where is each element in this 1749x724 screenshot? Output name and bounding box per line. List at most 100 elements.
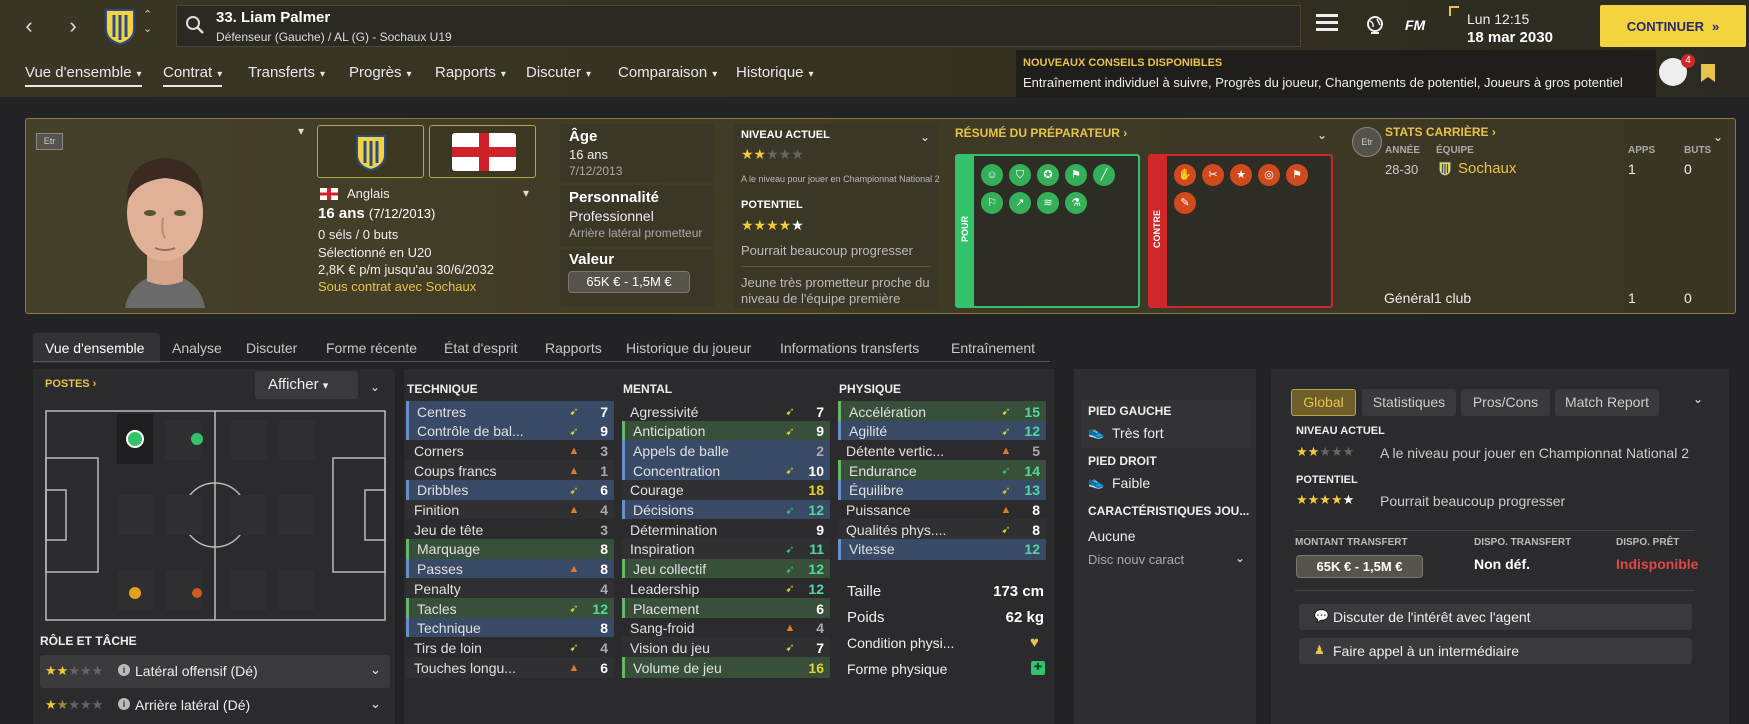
attribute-row[interactable]: Jeu collectif ➹ 12 [622,558,830,580]
con-trait-icon[interactable]: ⚑ [1286,164,1308,186]
info-icon[interactable]: i [118,664,130,676]
tab-mindset[interactable]: État d'esprit [444,340,518,356]
attribute-row[interactable]: Sang-froid ▲ 4 [622,617,830,639]
attribute-row[interactable]: Puissance ▲ 8 [838,499,1046,521]
attribute-row[interactable]: Corners ▲ 3 [406,440,614,462]
attribute-row[interactable]: Qualités phys.... ➹ 8 [838,519,1046,541]
positions-title[interactable]: POSTES › [45,378,96,390]
pro-trait-icon[interactable]: ⚐ [981,192,1003,214]
tab-analysis[interactable]: Analyse [172,340,222,356]
coach-summary-title[interactable]: RÉSUMÉ DU PRÉPARATEUR › [955,126,1127,140]
attribute-row[interactable]: Courage 18 [622,479,830,501]
attribute-row[interactable]: Tacles ➹ 12 [406,598,614,619]
con-trait-icon[interactable]: ◎ [1258,164,1280,186]
pro-trait-icon[interactable]: ⚑ [1065,164,1087,186]
bookmark-icon[interactable] [1700,63,1716,83]
chevron-down-icon[interactable]: ⌄ [1317,128,1327,142]
attribute-row[interactable]: Placement 6 [622,598,830,619]
pro-trait-icon[interactable]: ☺ [981,164,1003,186]
con-trait-icon[interactable]: ✋ [1174,164,1196,186]
chevron-down-icon[interactable]: ▾ [523,186,529,200]
attribute-row[interactable]: Agressivité ➹ 7 [622,401,830,422]
attribute-row[interactable]: Tirs de loin ➹ 4 [406,637,614,659]
attribute-row[interactable]: Technique 8 [406,617,614,639]
attribute-row[interactable]: Vitesse 12 [838,538,1046,560]
tab-statistics[interactable]: Statistiques [1362,389,1456,416]
attribute-row[interactable]: Appels de balle 2 [622,440,830,462]
tab-recent-form[interactable]: Forme récente [326,340,417,356]
back-icon[interactable]: ‹ [14,10,44,42]
traits-dropdown[interactable]: Disc nouv caract ⌄ [1088,551,1245,573]
attribute-row[interactable]: Jeu de tête 3 [406,519,614,541]
tab-player-history[interactable]: Historique du joueur [626,340,751,356]
attribute-row[interactable]: Coups francs ▲ 1 [406,460,614,482]
chevron-down-icon[interactable]: ⌄ [920,130,930,144]
contract-link[interactable]: Sous contrat avec Sochaux [318,279,476,294]
attribute-row[interactable]: Marquage 8 [406,538,614,560]
menu-progress[interactable]: Progrès ▾ [349,64,412,81]
pro-trait-icon[interactable]: ✪ [1037,164,1059,186]
attribute-row[interactable]: Décisions ➹ 12 [622,499,830,521]
pro-trait-icon[interactable]: ≋ [1037,192,1059,214]
chevron-down-icon[interactable]: ⌄ [370,380,380,394]
attribute-row[interactable]: Volume de jeu 16 [622,657,830,679]
club-crest-box[interactable] [317,125,424,178]
career-title[interactable]: STATS CARRIÈRE › [1385,125,1496,139]
show-dropdown[interactable]: Afficher ▾ [255,371,358,399]
club-switch-icon[interactable]: ⌃ ⌄ [143,8,152,36]
pro-trait-icon[interactable]: ⚗ [1065,192,1087,214]
attribute-row[interactable]: Centres ➹ 7 [406,401,614,422]
pro-trait-icon[interactable]: ↗ [1009,192,1031,214]
nation-flag-box[interactable] [429,125,536,178]
world-icon[interactable] [1365,15,1385,35]
attribute-row[interactable]: Agilité ➹ 12 [838,420,1046,442]
con-trait-icon[interactable]: ✂ [1202,164,1224,186]
attribute-row[interactable]: Penalty 4 [406,578,614,600]
attribute-row[interactable]: Leadership ➹ 12 [622,578,830,600]
attribute-row[interactable]: Accélération ➹ 15 [838,401,1046,422]
hamburger-icon[interactable] [1316,14,1338,31]
attribute-row[interactable]: Équilibre ➹ 13 [838,479,1046,501]
tab-overview[interactable]: Vue d'ensemble [45,340,144,356]
tab-transfer-info[interactable]: Informations transferts [780,340,919,356]
attribute-row[interactable]: Touches longu... ▲ 6 [406,657,614,679]
tab-training[interactable]: Entraînement [951,340,1035,356]
attribute-row[interactable]: Endurance ➹ 14 [838,460,1046,482]
attribute-row[interactable]: Détermination 9 [622,519,830,541]
menu-compare[interactable]: Comparaison ▾ [618,64,717,81]
intermediary-button[interactable]: ♟ Faire appel à un intermédiaire [1299,638,1692,664]
news-banner[interactable]: NOUVEAUX CONSEILS DISPONIBLES Entraîneme… [1016,50,1695,97]
attribute-row[interactable]: Contrôle de bal... ➹ 9 [406,420,614,442]
menu-transfers[interactable]: Transferts ▾ [248,64,325,81]
attribute-row[interactable]: Finition ▲ 4 [406,499,614,521]
career-team[interactable]: Sochaux [1458,160,1516,177]
chevron-down-icon[interactable]: ▾ [298,124,304,138]
agent-interest-button[interactable]: 💬 Discuter de l'intérêt avec l'agent [1299,604,1692,630]
attribute-row[interactable]: Passes ▲ 8 [406,558,614,580]
tab-global[interactable]: Global [1291,389,1356,416]
menu-reports[interactable]: Rapports ▾ [435,64,506,81]
continue-button[interactable]: CONTINUER » [1600,5,1746,47]
menu-discuss[interactable]: Discuter ▾ [526,64,591,81]
attribute-row[interactable]: Anticipation ➹ 9 [622,420,830,442]
attribute-row[interactable]: Dribbles ➹ 6 [406,479,614,501]
menu-contract[interactable]: Contrat ▾ [163,64,223,87]
chevron-down-icon[interactable]: ⌄ [1713,130,1723,144]
tab-match-report[interactable]: Match Report [1555,389,1659,416]
forward-icon[interactable]: › [58,10,88,42]
attribute-row[interactable]: Concentration ➹ 10 [622,460,830,482]
info-icon[interactable]: i [118,698,130,710]
tab-reports[interactable]: Rapports [545,340,602,356]
fm-logo[interactable]: FM [1405,17,1425,33]
search-icon[interactable] [185,15,205,35]
chevron-down-icon[interactable]: ⌄ [1693,392,1703,406]
tab-discuss[interactable]: Discuter [246,340,297,356]
pro-trait-icon[interactable]: ⛉ [1009,164,1031,186]
role-row-2[interactable]: ★★★★★ i Arrière latéral (Dé) ⌄ [40,691,390,722]
menu-history[interactable]: Historique ▾ [736,64,814,81]
con-trait-icon[interactable]: ✎ [1174,192,1196,214]
pro-trait-icon[interactable]: ╱ [1093,164,1115,186]
menu-overview[interactable]: Vue d'ensemble ▾ [25,64,142,87]
tab-pros-cons[interactable]: Pros/Cons [1461,389,1550,416]
attribute-row[interactable]: Détente vertic... ▲ 5 [838,440,1046,462]
